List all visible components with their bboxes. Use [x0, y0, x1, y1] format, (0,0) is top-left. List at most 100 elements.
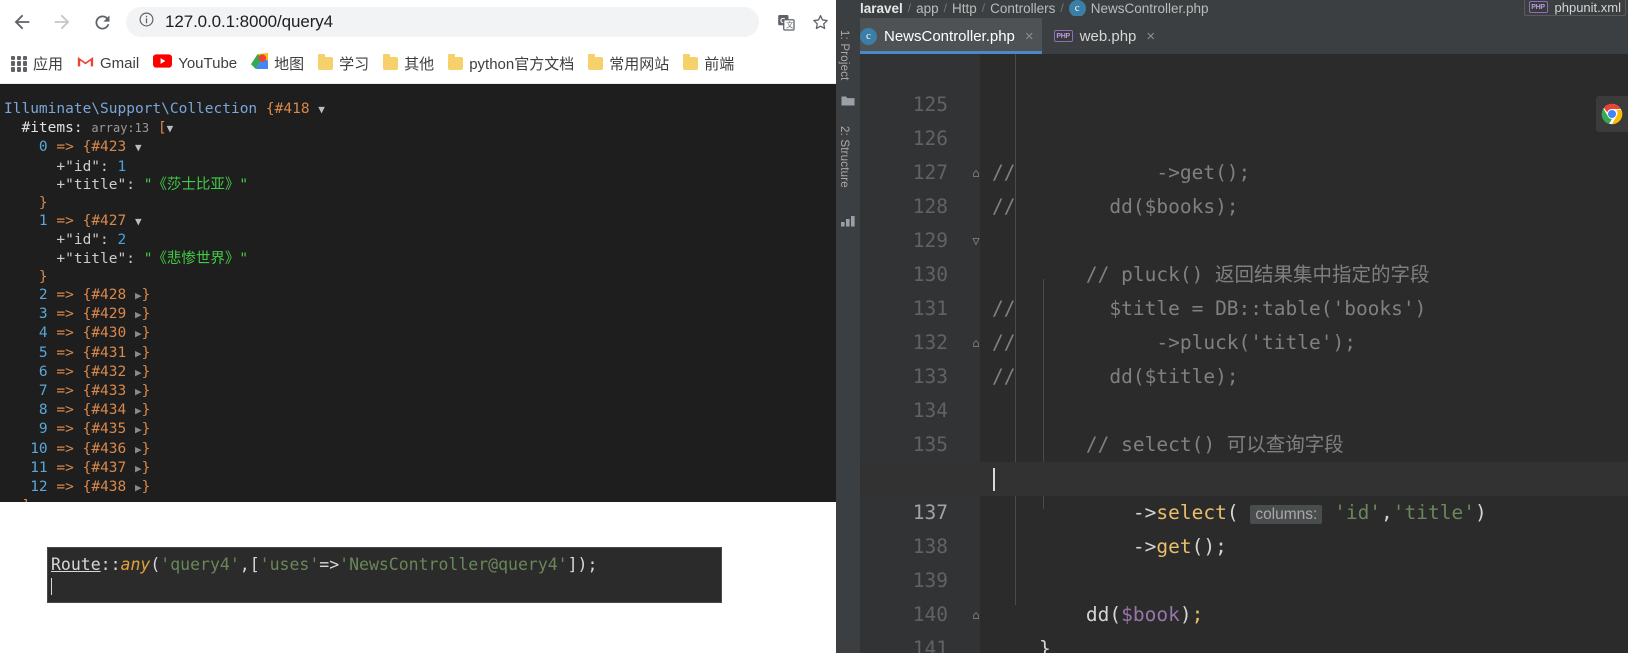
editor-line[interactable]: 132 [860, 292, 1628, 354]
editor-line[interactable]: 135 ->select( columns: 'id','title') [860, 394, 1628, 524]
editor-line[interactable]: 136 ->get(); [860, 428, 1628, 558]
dump-index: 7 [38, 383, 48, 400]
tab-label: NewsController.php [884, 27, 1015, 45]
editor-line[interactable]: 125 // ->get(); [860, 54, 1628, 184]
expand-triangle-icon[interactable]: ▶ [135, 366, 142, 379]
sidebar-item-structure[interactable]: 2: Structure [838, 126, 850, 188]
editor-line[interactable]: 133 // select() 可以查询字段 [860, 326, 1628, 456]
close-icon[interactable]: × [1025, 29, 1034, 44]
bookmark-item-folder-changyong[interactable]: 常用网站 [581, 50, 676, 78]
bookmark-item-folder-python[interactable]: python官方文档 [441, 50, 581, 78]
route-snippet-box: Route::any('query4',['uses'=>'NewsContro… [47, 547, 722, 603]
editor-line[interactable]: 131 ⌂ // dd($title); [860, 258, 1628, 388]
phpstorm-ide-window: laravel / app / Http / Controllers / c N… [836, 0, 1628, 653]
dump-class-name: Illuminate\Support\Collection [4, 101, 258, 117]
collapse-triangle-icon[interactable]: ▼ [135, 215, 142, 228]
editor-line[interactable]: 129 // $title = DB::table('books') [860, 190, 1628, 320]
dump-field-value: 2 [117, 232, 127, 249]
tab-phpunit-xml[interactable]: PHP phpunit.xml [1523, 0, 1626, 16]
browser-toolbar: 127.0.0.1:8000/query4 G 文 [0, 0, 845, 44]
tool-window-strip: 1: Project 2: Structure [836, 16, 860, 653]
expand-triangle-icon[interactable]: ▶ [135, 289, 142, 302]
bookmark-item-youtube[interactable]: YouTube [146, 50, 244, 78]
address-bar-url: 127.0.0.1:8000/query4 [165, 12, 334, 31]
collapse-triangle-icon[interactable]: ▼ [135, 141, 142, 154]
editor-line[interactable]: 134 $book = DB::table('books') [860, 360, 1628, 492]
gmail-icon [77, 55, 94, 73]
expand-triangle-icon[interactable]: ▶ [135, 327, 142, 340]
bookmark-star-icon[interactable] [803, 5, 837, 39]
dump-entry-ref: {#433 [82, 383, 127, 400]
editor-line[interactable]: 126 ⌂ // dd($books); [860, 88, 1628, 218]
address-bar[interactable]: 127.0.0.1:8000/query4 [126, 7, 759, 37]
snippet-scope-op: :: [100, 555, 121, 574]
expand-triangle-icon[interactable]: ▶ [135, 308, 142, 321]
line-number: 141 [912, 637, 948, 653]
bookmark-item-apps[interactable]: 应用 [4, 50, 70, 78]
snippet-paren: ( [150, 555, 161, 574]
forward-button[interactable] [44, 4, 80, 40]
dump-field-value: "《悲惨世界》" [143, 250, 249, 267]
breadcrumb-controllers[interactable]: Controllers [990, 1, 1055, 16]
tab-web-php[interactable]: PHP web.php × [1042, 18, 1163, 54]
translate-icon[interactable]: G 文 [769, 5, 803, 39]
bookmark-label: python官方文档 [469, 56, 575, 73]
collapse-triangle-icon[interactable]: ▼ [318, 103, 325, 116]
php-class-icon: c [1068, 0, 1086, 16]
dump-index: 1 [38, 213, 48, 230]
back-button[interactable] [4, 4, 40, 40]
breadcrumb-file[interactable]: NewsController.php [1091, 1, 1209, 16]
bookmark-item-gmail[interactable]: Gmail [70, 50, 146, 78]
editor-line[interactable]: 139 ⌂ } [860, 530, 1628, 653]
sidebar-item-project[interactable]: 1: Project [838, 30, 850, 81]
dump-entry-ref: {#434 [82, 402, 127, 419]
expand-triangle-icon[interactable]: ▶ [135, 404, 142, 417]
expand-triangle-icon[interactable]: ▶ [135, 347, 142, 360]
tab-label: web.php [1079, 27, 1137, 45]
breadcrumb-http[interactable]: Http [952, 1, 977, 16]
collapse-triangle-icon[interactable]: ▼ [167, 122, 174, 135]
dump-close-bracket: ] [21, 498, 30, 502]
editor-line-current[interactable]: 137 [860, 462, 1628, 524]
editor-line[interactable]: 130 // ->pluck('title'); [860, 224, 1628, 354]
snippet-caret [51, 578, 52, 595]
code-brace: } [1038, 637, 1051, 653]
folder-icon [588, 54, 604, 70]
expand-triangle-icon[interactable]: ▶ [135, 481, 142, 494]
editor-line[interactable]: 138 dd($book); [860, 496, 1628, 626]
folder-icon [448, 54, 464, 70]
expand-triangle-icon[interactable]: ▶ [135, 462, 142, 475]
editor-line[interactable]: 127 [860, 122, 1628, 184]
expand-triangle-icon[interactable]: ▶ [135, 423, 142, 436]
chrome-logo-icon[interactable] [1596, 96, 1628, 132]
project-icon[interactable] [841, 94, 855, 107]
breadcrumb-separator: / [981, 1, 986, 15]
editor-line[interactable]: 141 ⌂ } [860, 598, 1628, 653]
editor-line[interactable]: 140 [860, 564, 1628, 626]
breadcrumb-app[interactable]: app [916, 1, 939, 16]
code-editor[interactable]: 125 // ->get(); 126 ⌂ // dd($books); 127… [860, 54, 1628, 653]
tab-newscontroller-php[interactable]: c NewsController.php × [848, 18, 1042, 54]
structure-icon[interactable] [841, 214, 855, 227]
editor-line[interactable]: 128 ▽ // pluck() 返回结果集中指定的字段 [860, 156, 1628, 286]
dump-entry-ref: {#430 [82, 325, 127, 342]
bookmark-label: 地图 [274, 56, 305, 73]
google-maps-icon [251, 53, 269, 74]
expand-triangle-icon[interactable]: ▶ [135, 443, 142, 456]
breadcrumb-separator: / [943, 1, 948, 15]
reload-button[interactable] [84, 4, 120, 40]
apps-grid-icon [11, 55, 27, 72]
breadcrumb-project[interactable]: laravel [860, 1, 903, 16]
bookmark-label: 其他 [404, 56, 435, 73]
close-icon[interactable]: × [1146, 29, 1155, 44]
bookmark-item-folder-qianduan[interactable]: 前端 [676, 50, 741, 78]
bookmark-item-maps[interactable]: 地图 [244, 50, 311, 78]
snippet-method: any [120, 555, 151, 574]
bookmark-item-folder-qita[interactable]: 其他 [376, 50, 441, 78]
dump-index: 5 [38, 344, 48, 361]
bookmark-item-folder-xuexi[interactable]: 学习 [311, 50, 376, 78]
bookmark-label: 学习 [339, 56, 370, 73]
expand-triangle-icon[interactable]: ▶ [135, 385, 142, 398]
snippet-comma-bracket: ,[ [239, 555, 260, 574]
php-class-icon: c [860, 27, 877, 45]
